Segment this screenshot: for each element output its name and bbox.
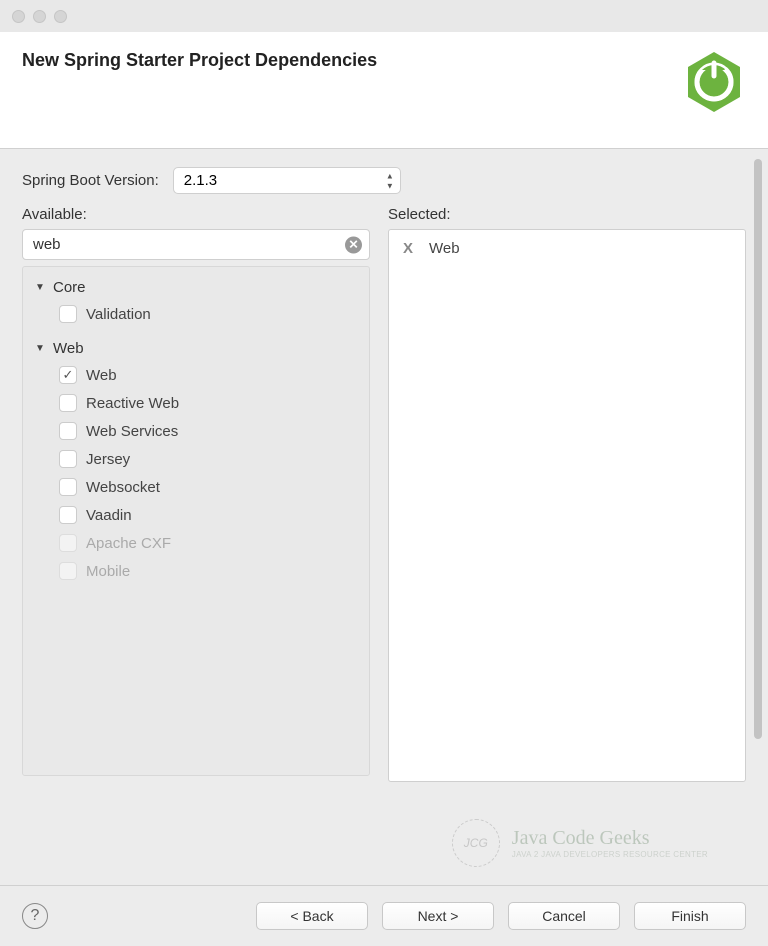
watermark-subtitle: JAVA 2 JAVA DEVELOPERS RESOURCE CENTER — [512, 850, 708, 859]
tree-item-label: Vaadin — [86, 507, 132, 524]
tree-item: Apache CXF — [23, 529, 369, 557]
next-button[interactable]: Next > — [382, 902, 494, 930]
zoom-window-icon[interactable] — [54, 10, 67, 23]
checkbox-icon[interactable] — [59, 450, 77, 468]
version-value: 2.1.3 — [184, 172, 217, 189]
tree-item-label: Websocket — [86, 479, 160, 496]
selected-label: Selected: — [388, 206, 746, 223]
tree-item[interactable]: Validation — [23, 300, 369, 328]
tree-item[interactable]: Jersey — [23, 445, 369, 473]
checkbox-icon[interactable] — [59, 506, 77, 524]
checkbox-disabled-icon — [59, 562, 77, 580]
checkbox-icon[interactable] — [59, 422, 77, 440]
dialog-footer: ? < Back Next > Cancel Finish — [0, 885, 768, 946]
tree-group-web[interactable]: ▼ Web — [23, 336, 369, 361]
watermark-badge-icon: JCG — [452, 819, 500, 867]
version-select[interactable]: 2.1.3 ▲▼ — [173, 167, 401, 194]
available-label: Available: — [22, 206, 370, 223]
checkbox-icon[interactable] — [59, 478, 77, 496]
tree-item: Mobile — [23, 557, 369, 585]
checkbox-disabled-icon — [59, 534, 77, 552]
tree-item[interactable]: Web Services — [23, 417, 369, 445]
scrollbar[interactable] — [754, 159, 762, 739]
checkbox-icon[interactable] — [59, 394, 77, 412]
tree-item-label: Web — [86, 367, 117, 384]
selected-panel: X Web — [388, 229, 746, 782]
chevron-updown-icon: ▲▼ — [386, 171, 394, 190]
tree-item-label: Web Services — [86, 423, 178, 440]
tree-item-label: Jersey — [86, 451, 130, 468]
remove-icon[interactable]: X — [403, 240, 413, 257]
dialog-header: New Spring Starter Project Dependencies — [0, 32, 768, 149]
tree-item-label: Mobile — [86, 563, 130, 580]
window-titlebar — [0, 0, 768, 32]
checkbox-checked-icon[interactable]: ✓ — [59, 366, 77, 384]
tree-item[interactable]: Reactive Web — [23, 389, 369, 417]
close-window-icon[interactable] — [12, 10, 25, 23]
tree-item[interactable]: Vaadin — [23, 501, 369, 529]
version-label: Spring Boot Version: — [22, 172, 159, 189]
selected-item-label: Web — [429, 240, 460, 257]
selected-item[interactable]: X Web — [399, 238, 735, 259]
cancel-button[interactable]: Cancel — [508, 902, 620, 930]
chevron-down-icon: ▼ — [35, 282, 47, 293]
tree-item[interactable]: Websocket — [23, 473, 369, 501]
tree-item-label: Validation — [86, 306, 151, 323]
clear-search-icon[interactable]: ✕ — [345, 236, 362, 253]
tree-group-label: Core — [53, 279, 86, 296]
tree-item-label: Reactive Web — [86, 395, 179, 412]
finish-button[interactable]: Finish — [634, 902, 746, 930]
search-input[interactable] — [22, 229, 370, 260]
page-title: New Spring Starter Project Dependencies — [22, 50, 377, 71]
spring-logo-icon — [682, 50, 746, 114]
tree-group-core[interactable]: ▼ Core — [23, 275, 369, 300]
checkbox-icon[interactable] — [59, 305, 77, 323]
watermark: JCG Java Code Geeks JAVA 2 JAVA DEVELOPE… — [452, 819, 708, 867]
tree-item-label: Apache CXF — [86, 535, 171, 552]
tree-group-label: Web — [53, 340, 84, 357]
help-icon[interactable]: ? — [22, 903, 48, 929]
minimize-window-icon[interactable] — [33, 10, 46, 23]
watermark-title: Java Code Geeks — [512, 827, 708, 850]
dialog-content: Spring Boot Version: 2.1.3 ▲▼ Available:… — [0, 149, 768, 889]
tree-item[interactable]: ✓ Web — [23, 361, 369, 389]
back-button[interactable]: < Back — [256, 902, 368, 930]
available-tree[interactable]: ▼ Core Validation ▼ Web ✓ Web — [22, 266, 370, 776]
chevron-down-icon: ▼ — [35, 343, 47, 354]
